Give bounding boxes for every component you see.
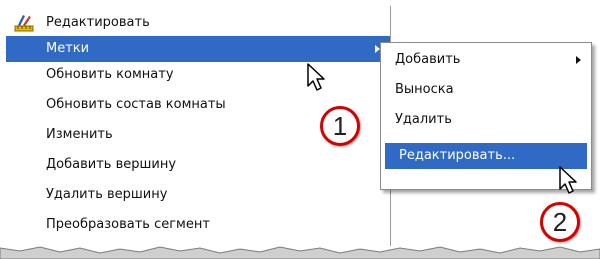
submenu-item-delete[interactable]: Удалить — [381, 107, 591, 133]
callout-marker: 1 — [320, 106, 360, 146]
menu-item-label: Преобразовать сегмент — [46, 217, 210, 232]
menu-item-label: Выноска — [395, 82, 454, 97]
menu-item-update-room[interactable]: Обновить комнату — [6, 62, 390, 88]
menu-item-label: Добавить вершину — [46, 157, 177, 172]
menu-item-label: Обновить состав комнаты — [46, 97, 226, 112]
menu-item-label: Редактировать — [46, 15, 150, 30]
menu-item-delete-vertex[interactable]: Удалить вершину — [6, 182, 390, 208]
mouse-cursor-icon — [559, 166, 577, 194]
submenu-item-edit[interactable]: Редактировать... — [385, 143, 587, 169]
menu-item-label: Удалить вершину — [46, 187, 168, 202]
menu-item-label: Удалить — [395, 112, 452, 127]
callout-marker: 2 — [540, 202, 580, 242]
mouse-cursor-icon — [307, 63, 325, 91]
menu-item-edit[interactable]: Редактировать — [6, 10, 390, 36]
menu-item-label: Изменить — [46, 127, 113, 142]
menu-item-label: Обновить комнату — [46, 67, 174, 82]
submenu-item-add[interactable]: Добавить — [381, 47, 591, 73]
submenu-item-leader[interactable]: Выноска — [381, 77, 591, 103]
submenu-arrow-icon — [576, 56, 581, 64]
menu-item-label: Редактировать... — [399, 148, 516, 163]
menu-item-convert-segment[interactable]: Преобразовать сегмент — [6, 212, 390, 238]
menu-item-labels[interactable]: Метки — [6, 36, 390, 62]
menu-item-label: Добавить — [395, 52, 461, 67]
menu-item-add-vertex[interactable]: Добавить вершину — [6, 152, 390, 178]
menu-item-label: Метки — [46, 41, 90, 56]
edit-layout-icon — [14, 15, 34, 32]
torn-edge-decoration — [0, 246, 600, 259]
